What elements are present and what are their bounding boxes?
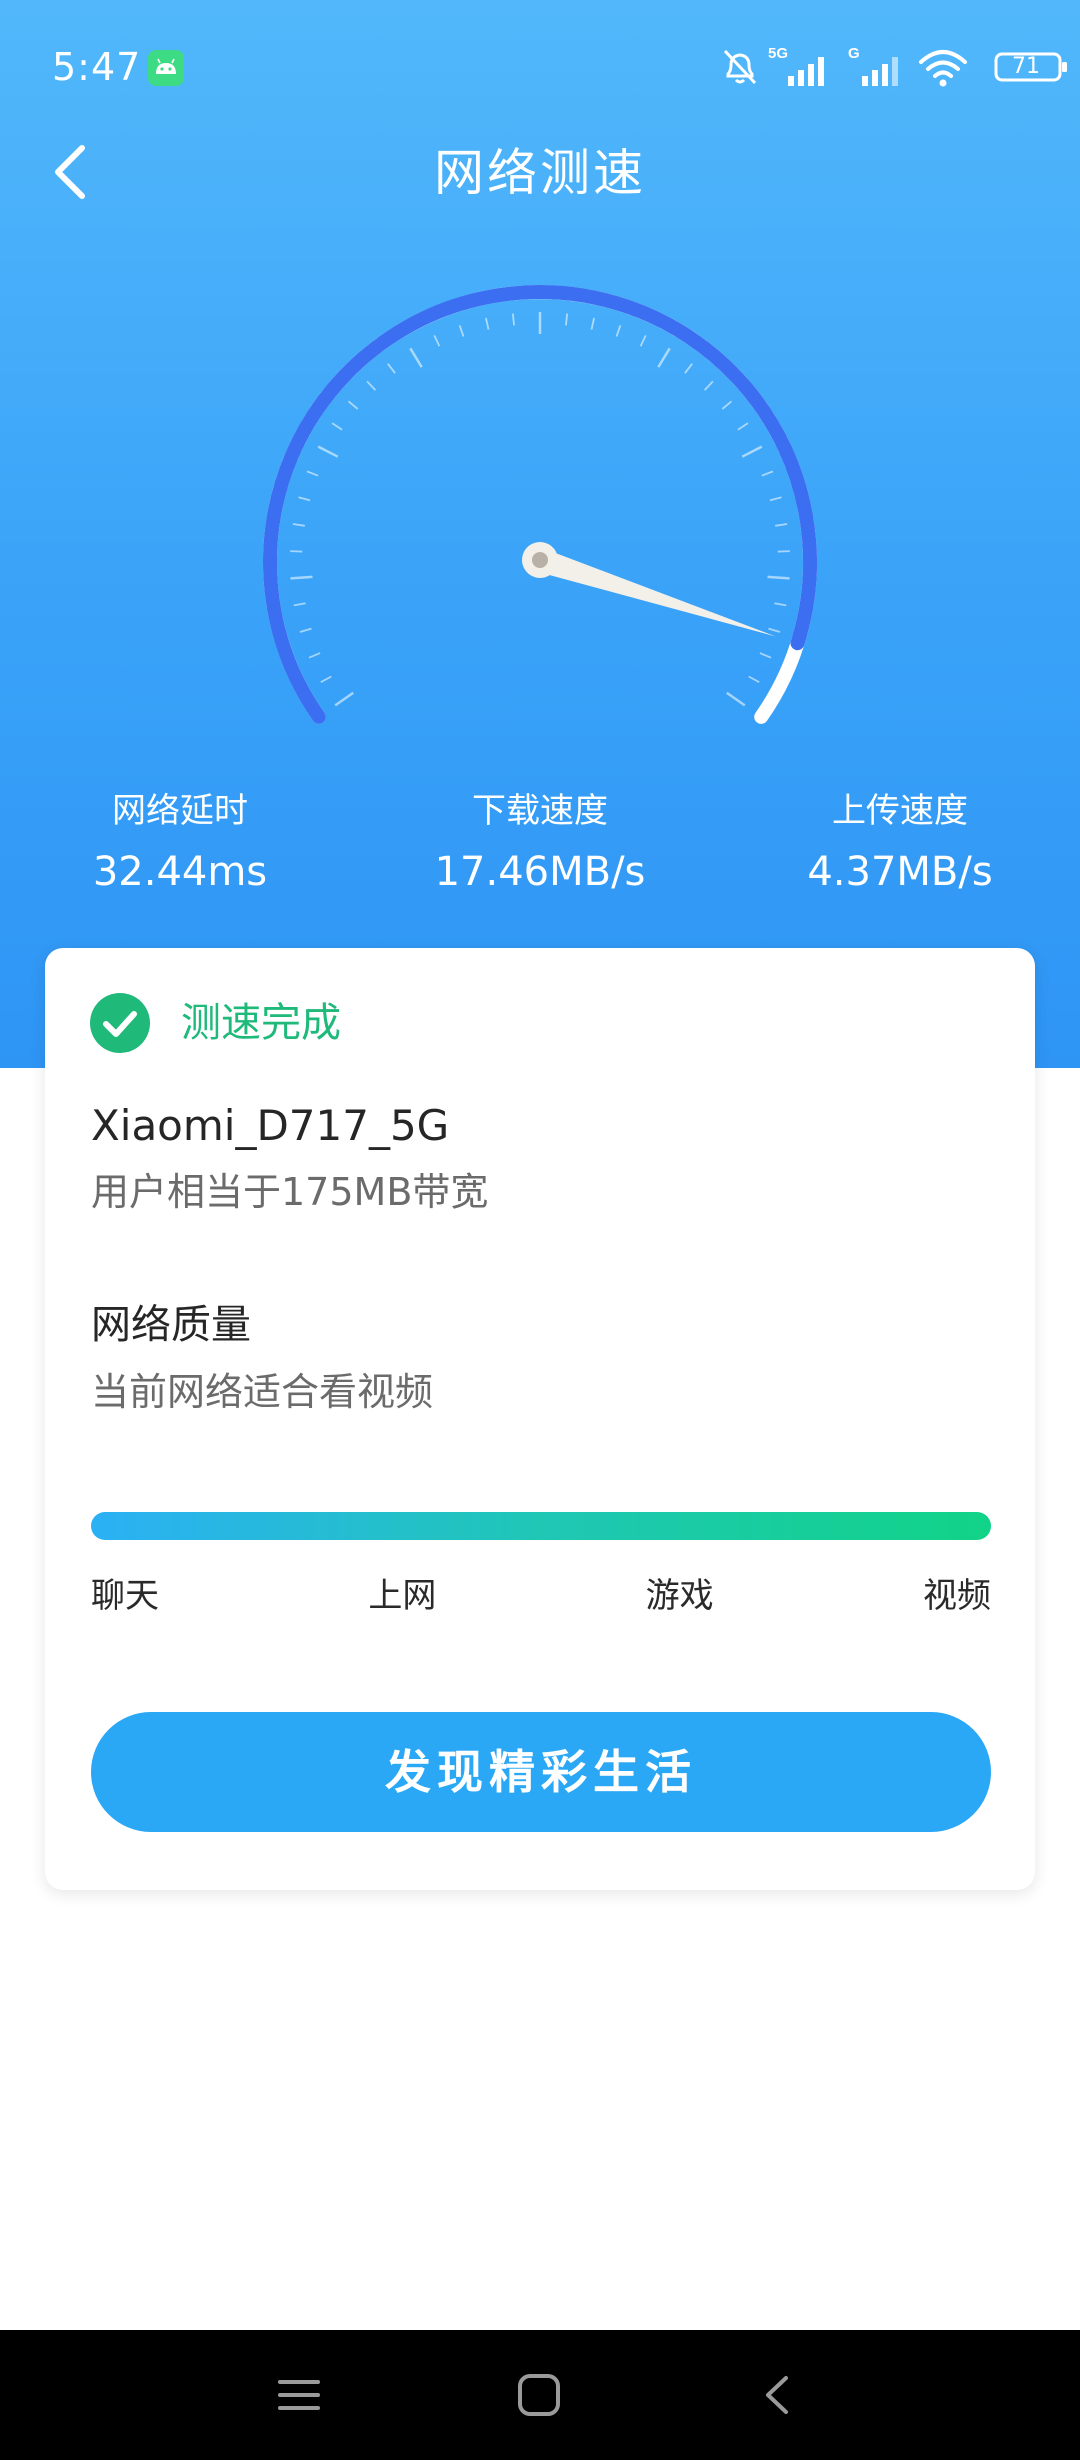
metric-latency-value: 32.44ms xyxy=(92,849,268,895)
quality-labels: 聊天 上网 游戏 视频 xyxy=(91,1568,991,1628)
gauge-tick xyxy=(293,602,306,607)
gauge-tick xyxy=(387,363,396,374)
discover-life-button[interactable]: 发现精彩生活 xyxy=(91,1712,991,1832)
network-5g-label: 5G xyxy=(768,45,788,62)
metric-download-label: 下载速度 xyxy=(472,791,608,831)
speed-gauge xyxy=(262,285,817,724)
gauge-tick xyxy=(290,550,303,553)
quality-title: 网络质量 xyxy=(91,1302,251,1348)
gauge-tick xyxy=(320,675,332,683)
home-icon[interactable] xyxy=(516,2372,562,2418)
gauge-tick xyxy=(366,380,377,391)
gauge-tick xyxy=(433,335,441,347)
mute-bell-icon xyxy=(723,49,757,85)
gauge-progress-arc xyxy=(262,285,817,724)
signal-5g-icon: 5G xyxy=(768,45,824,86)
android-icon xyxy=(148,50,184,86)
system-nav-bar xyxy=(0,2330,1080,2460)
gauge-tick xyxy=(726,691,746,707)
gauge-tick xyxy=(721,400,733,410)
gauge-tick xyxy=(308,652,321,659)
gauge-tick xyxy=(775,523,788,527)
menu-icon[interactable] xyxy=(276,2374,322,2416)
metric-download: 下载速度 17.46MB/s xyxy=(360,786,720,902)
metric-upload-value: 4.37MB/s xyxy=(807,849,993,895)
status-icons: 5G G 71 xyxy=(700,40,1080,96)
quality-level-game: 游戏 xyxy=(645,1576,714,1616)
battery-level: 71 xyxy=(1012,54,1040,79)
gauge-tick xyxy=(759,652,772,659)
page-title: 网络测速 xyxy=(434,144,646,202)
quality-level-video: 视频 xyxy=(922,1576,991,1616)
gauge-tick xyxy=(306,470,319,477)
gauge-tick xyxy=(748,675,760,683)
gauge-tick xyxy=(409,347,423,368)
gauge-ticks xyxy=(290,312,790,707)
gauge-tick xyxy=(298,496,311,502)
gauge-tick xyxy=(737,422,749,431)
quality-level-browse: 上网 xyxy=(368,1576,437,1616)
metric-latency-label: 网络延时 xyxy=(112,791,248,831)
gauge-tick xyxy=(703,380,714,391)
gauge-tick xyxy=(458,325,465,337)
gauge-tick xyxy=(657,347,671,368)
network-name: Xiaomi_D717_5G xyxy=(91,1101,450,1150)
network-g-label: G xyxy=(848,45,860,62)
gauge-tick xyxy=(774,602,787,607)
gauge-needle xyxy=(522,542,776,637)
gauge-tick xyxy=(485,317,490,330)
metric-download-value: 17.46MB/s xyxy=(434,849,646,895)
bandwidth-text: 用户相当于175MB带宽 xyxy=(91,1170,489,1214)
gauge-tick xyxy=(777,550,790,553)
wifi-icon xyxy=(919,50,967,87)
quality-bar xyxy=(91,1512,991,1540)
gauge-tick xyxy=(347,400,359,410)
check-circle-icon xyxy=(90,993,150,1053)
metric-latency: 网络延时 32.44ms xyxy=(0,786,360,902)
gauge-tick xyxy=(615,325,622,337)
gauge-tick xyxy=(317,445,339,458)
gauge-tick xyxy=(769,496,782,502)
gauge-tick xyxy=(639,335,647,347)
test-status: 测速完成 xyxy=(181,1000,341,1046)
back-icon[interactable] xyxy=(758,2372,798,2418)
gauge-tick xyxy=(290,575,313,580)
signal-g-icon: G xyxy=(848,45,898,86)
gauge-tick xyxy=(768,627,781,633)
gauge-tick xyxy=(684,363,693,374)
gauge-track xyxy=(263,285,817,724)
quality-level-chat: 聊天 xyxy=(91,1576,159,1616)
status-bar: 5:47 5G G 71 xyxy=(0,0,1080,130)
gauge-tick xyxy=(761,470,774,477)
gauge-tick xyxy=(299,627,312,633)
metric-upload: 上传速度 4.37MB/s xyxy=(720,786,1080,902)
gauge-tick xyxy=(511,313,515,326)
gauge-tick xyxy=(334,691,354,707)
status-time: 5:47 xyxy=(52,45,142,89)
gauge-tick xyxy=(590,317,595,330)
result-card: 测速完成 Xiaomi_D717_5G 用户相当于175MB带宽 网络质量 当前… xyxy=(45,948,1035,1890)
gauge-tick xyxy=(565,313,569,326)
gauge-tick xyxy=(767,575,790,580)
gauge-tick xyxy=(331,422,343,431)
metric-upload-label: 上传速度 xyxy=(832,791,968,831)
quality-description: 当前网络适合看视频 xyxy=(91,1370,434,1414)
gauge-tick xyxy=(292,523,305,527)
gauge-tick xyxy=(741,445,763,458)
